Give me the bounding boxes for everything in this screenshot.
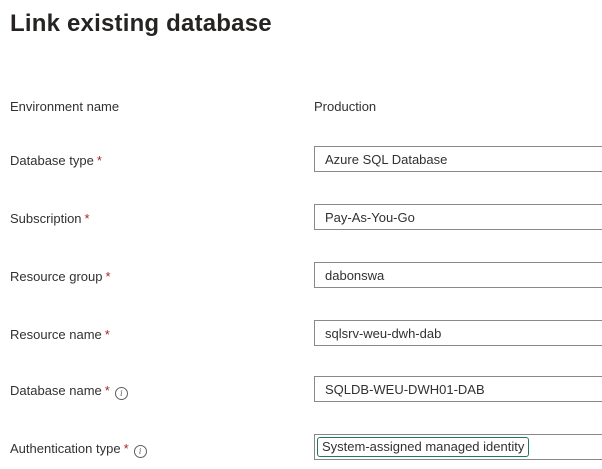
resource-group-label: Resource group * [10,269,111,284]
resource-group-dropdown[interactable]: dabonswa [314,262,602,288]
database-name-label: Database name * i [10,383,128,400]
database-type-value: Azure SQL Database [325,152,448,167]
authentication-type-label: Authentication type * i [10,441,147,458]
environment-row: Environment name Production [0,92,602,120]
required-mark: * [96,153,102,168]
authentication-type-dropdown[interactable]: System-assigned managed identity [314,434,602,460]
subscription-value: Pay-As-You-Go [325,210,415,225]
resource-group-row: Resource group * dabonswa [0,262,602,290]
database-type-label: Database type * [10,153,102,168]
resource-name-value: sqlsrv-weu-dwh-dab [325,326,442,341]
subscription-dropdown[interactable]: Pay-As-You-Go [314,204,602,230]
database-name-dropdown[interactable]: SQLDB-WEU-DWH01-DAB [314,376,602,402]
info-icon[interactable]: i [133,445,147,458]
resource-name-dropdown[interactable]: sqlsrv-weu-dwh-dab [314,320,602,346]
resource-group-value: dabonswa [325,268,385,283]
database-type-dropdown[interactable]: Azure SQL Database [314,146,602,172]
required-mark: * [84,211,90,226]
required-mark: * [123,441,129,456]
subscription-label: Subscription * [10,211,90,226]
link-database-panel: Link existing database Environment name … [0,0,602,469]
environment-label: Environment name [10,99,120,114]
required-mark: * [105,269,111,284]
authentication-type-value: System-assigned managed identity [317,437,530,457]
resource-name-row: Resource name * sqlsrv-weu-dwh-dab [0,320,602,348]
required-mark: * [104,383,110,398]
required-mark: * [104,327,110,342]
database-name-value: SQLDB-WEU-DWH01-DAB [325,382,485,397]
environment-value: Production [314,99,377,114]
resource-name-label: Resource name * [10,327,110,342]
page-title: Link existing database [10,10,272,37]
info-icon[interactable]: i [114,387,128,400]
database-name-row: Database name * i SQLDB-WEU-DWH01-DAB [0,376,602,404]
subscription-row: Subscription * Pay-As-You-Go [0,204,602,232]
authentication-type-row: Authentication type * i System-assigned ma… [0,434,602,462]
database-type-row: Database type * Azure SQL Database [0,146,602,174]
